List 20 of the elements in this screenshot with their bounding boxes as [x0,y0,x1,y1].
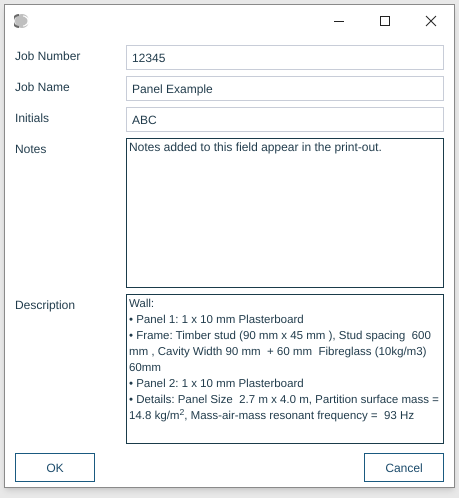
description-line: • Details: Panel Size 2.7 m x 4.0 m, Partition surface mass = 14.8 kg/m$^{2}$, Mass-air-mass resonant frequency = 93 Hz [129,393,440,424]
app-logo-icon [14,13,30,29]
field-label: Notes [15,141,48,158]
dialog-button[interactable]: Cancel [364,453,444,482]
text-input[interactable]: 12345 [126,45,444,70]
text-input[interactable]: Panel Example [126,76,444,101]
field-label: Description [15,297,76,314]
notes-field[interactable]: Notes added to this field appear in the print-out. [126,138,444,288]
field-label: Initials [15,110,50,127]
description-field[interactable] [126,294,444,444]
field-label: Job Name [15,79,71,96]
description-line: • Panel 2: 1 x 10 mm Plasterboard [129,377,305,392]
field-label: Job Number [15,48,82,65]
description-line: • Panel 1: 1 x 10 mm Plasterboard [129,313,305,328]
description-line: Wall: [129,297,156,312]
description-line: • Frame: Timber stud (90 mm x 45 mm ), Stud spacing 600 mm , Cavity Width 90 mm + 60 mm Fibreglass (10kg/m3) 60mm [129,329,432,376]
close-icon[interactable] [425,15,437,27]
text-input[interactable]: ABC [126,107,444,132]
dialog-button[interactable]: OK [15,453,95,482]
maximize-icon[interactable] [379,15,391,27]
